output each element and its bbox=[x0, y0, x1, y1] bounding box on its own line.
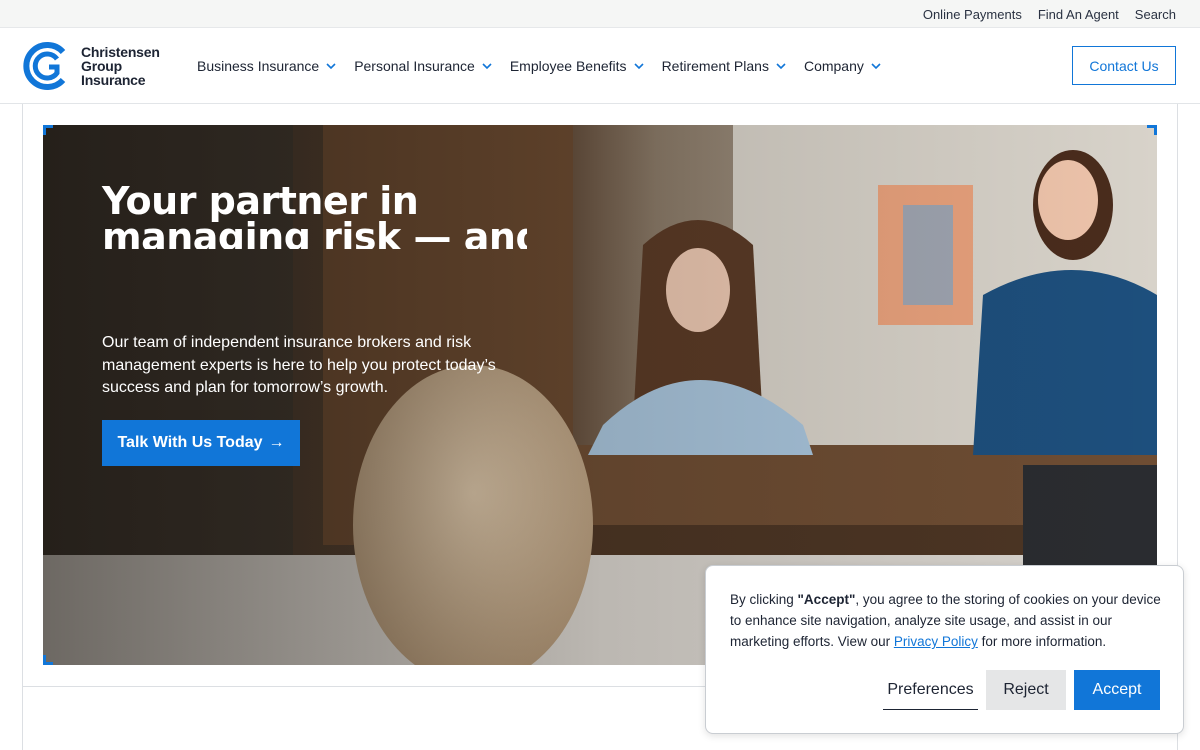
hero-title: Your partner in managing risk — and bbox=[102, 179, 562, 249]
cookie-text-suffix: for more information. bbox=[977, 634, 1107, 649]
preferences-button[interactable]: Preferences bbox=[883, 670, 978, 710]
nav-label: Company bbox=[803, 58, 864, 74]
nav-personal-insurance[interactable]: Personal Insurance bbox=[354, 58, 493, 74]
logo[interactable]: Christensen Group Insurance bbox=[23, 40, 160, 92]
logo-line-1: Christensen bbox=[81, 44, 160, 60]
hero-title-line-1: Your partner in bbox=[102, 179, 419, 223]
find-an-agent-link[interactable]: Find An Agent bbox=[1038, 7, 1119, 22]
chevron-down-icon bbox=[776, 63, 786, 70]
cookie-text-prefix: By clicking bbox=[730, 592, 798, 607]
logo-line-2: Group bbox=[81, 58, 122, 74]
corner-accent bbox=[43, 125, 53, 135]
chevron-down-icon bbox=[633, 63, 644, 70]
cta-label: Talk With Us Today bbox=[117, 434, 263, 451]
chevron-down-icon bbox=[871, 63, 881, 70]
accept-button[interactable]: Accept bbox=[1074, 670, 1160, 710]
nav-label: Business Insurance bbox=[197, 58, 320, 74]
search-link[interactable]: Search bbox=[1135, 7, 1176, 22]
hero-description: Our team of independent insurance broker… bbox=[102, 334, 496, 396]
arrow-right-icon: → bbox=[268, 434, 285, 451]
online-payments-link[interactable]: Online Payments bbox=[923, 7, 1022, 22]
hero-title-line-2: managing risk — and bbox=[102, 219, 527, 249]
reject-button[interactable]: Reject bbox=[986, 670, 1066, 710]
cookie-accept-quote: "Accept" bbox=[797, 592, 856, 607]
chevron-down-icon bbox=[326, 63, 336, 70]
corner-accent bbox=[1147, 125, 1157, 135]
nav-label: Retirement Plans bbox=[661, 58, 769, 74]
chevron-down-icon bbox=[482, 63, 492, 70]
site-header: Christensen Group Insurance Business Ins… bbox=[0, 28, 1200, 104]
corner-accent bbox=[43, 655, 53, 665]
nav-label: Employee Benefits bbox=[509, 58, 627, 74]
utility-links: Online Payments Find An Agent Search bbox=[923, 0, 1176, 28]
logo-line-3: Insurance bbox=[81, 72, 146, 88]
cookie-message: By clicking "Accept", you agree to the s… bbox=[730, 589, 1166, 652]
nav-label: Personal Insurance bbox=[354, 58, 475, 74]
talk-with-us-button[interactable]: Talk With Us Today → bbox=[102, 420, 300, 466]
logo-wordmark: Christensen Group Insurance bbox=[81, 45, 160, 87]
nav-retirement-plans[interactable]: Retirement Plans bbox=[662, 58, 787, 74]
cookie-banner: By clicking "Accept", you agree to the s… bbox=[705, 565, 1184, 734]
nav-business-insurance[interactable]: Business Insurance bbox=[197, 58, 337, 74]
utility-bar: Online Payments Find An Agent Search bbox=[0, 0, 1200, 28]
nav-employee-benefits[interactable]: Employee Benefits bbox=[510, 58, 645, 74]
nav-company[interactable]: Company bbox=[804, 58, 882, 74]
cg-logo-icon bbox=[23, 42, 66, 90]
privacy-policy-link[interactable]: Privacy Policy bbox=[894, 634, 978, 649]
contact-us-button[interactable]: Contact Us bbox=[1072, 46, 1176, 85]
main-nav: Business Insurance Personal Insurance Em… bbox=[197, 28, 882, 104]
